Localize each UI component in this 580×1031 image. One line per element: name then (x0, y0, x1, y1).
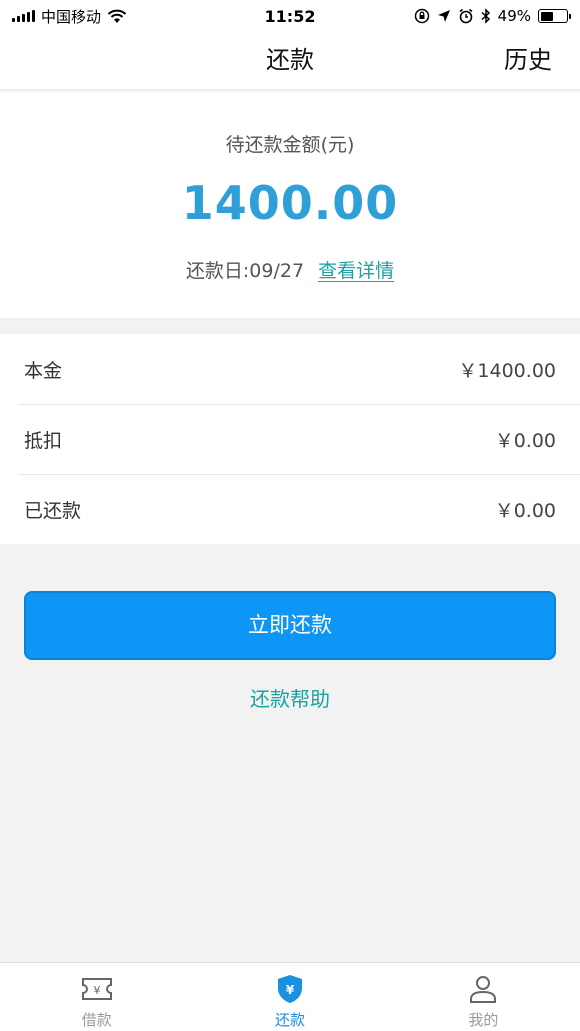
battery-percent: 49% (497, 7, 531, 25)
amount-card: 待还款金额(元) 1400.00 还款日:09/27 查看详情 (0, 92, 580, 318)
tab-label: 借款 (81, 1011, 112, 1029)
user-icon (470, 976, 497, 1003)
signal-icon (12, 10, 35, 22)
row-value: ￥1400.00 (458, 359, 556, 382)
wifi-icon (107, 9, 127, 23)
carrier-label: 中国移动 (41, 7, 102, 26)
list-item-principal: 本金 ￥1400.00 (24, 334, 556, 404)
status-right: 49% (368, 7, 571, 25)
repayment-screen: 中国移动 11:52 49% 还款 历史 待还款金额(元) 1400.00 还款… (0, 0, 580, 1031)
row-label: 抵扣 (24, 429, 63, 452)
history-button[interactable]: 历史 (504, 32, 552, 90)
row-value: ￥0.00 (494, 499, 556, 522)
row-label: 已还款 (24, 499, 82, 522)
bluetooth-icon (481, 8, 490, 24)
orientation-lock-icon (414, 8, 429, 24)
due-date: 还款日:09/27 (185, 260, 305, 282)
svg-text:¥: ¥ (286, 983, 295, 997)
svg-text:¥: ¥ (93, 984, 100, 997)
alarm-icon (459, 8, 473, 24)
list-item-repaid: 已还款 ￥0.00 (24, 474, 556, 544)
tab-label: 还款 (274, 1011, 305, 1029)
ticket-yen-icon: ¥ (81, 978, 112, 1000)
nav-bar: 还款 历史 (0, 32, 580, 90)
repayment-breakdown: 本金 ￥1400.00 抵扣 ￥0.00 已还款 ￥0.00 (0, 334, 580, 544)
status-time: 11:52 (264, 6, 316, 26)
tab-repay[interactable]: ¥ 还款 (193, 963, 386, 1031)
repayment-help-link[interactable]: 还款帮助 (0, 683, 580, 712)
repay-now-button[interactable]: 立即还款 (24, 591, 556, 660)
tab-bar: ¥ 借款 ¥ 还款 我的 (0, 962, 580, 1031)
due-row: 还款日:09/27 查看详情 (0, 256, 580, 283)
amount-value: 1400.00 (181, 176, 399, 230)
row-label: 本金 (24, 359, 63, 382)
view-details-link[interactable]: 查看详情 (318, 256, 394, 283)
list-item-deduction: 抵扣 ￥0.00 (24, 404, 556, 474)
status-left: 中国移动 (12, 6, 212, 27)
tab-mine[interactable]: 我的 (387, 963, 580, 1031)
amount-label: 待还款金额(元) (225, 134, 355, 156)
row-value: ￥0.00 (494, 429, 556, 452)
status-bar: 中国移动 11:52 49% (0, 0, 580, 32)
battery-fill (540, 11, 553, 21)
page-title: 还款 (266, 46, 314, 74)
tab-borrow[interactable]: ¥ 借款 (0, 963, 193, 1031)
battery-icon (538, 9, 571, 23)
location-icon (437, 10, 450, 22)
tab-label: 我的 (468, 1011, 499, 1029)
shield-yen-icon: ¥ (277, 975, 302, 1003)
